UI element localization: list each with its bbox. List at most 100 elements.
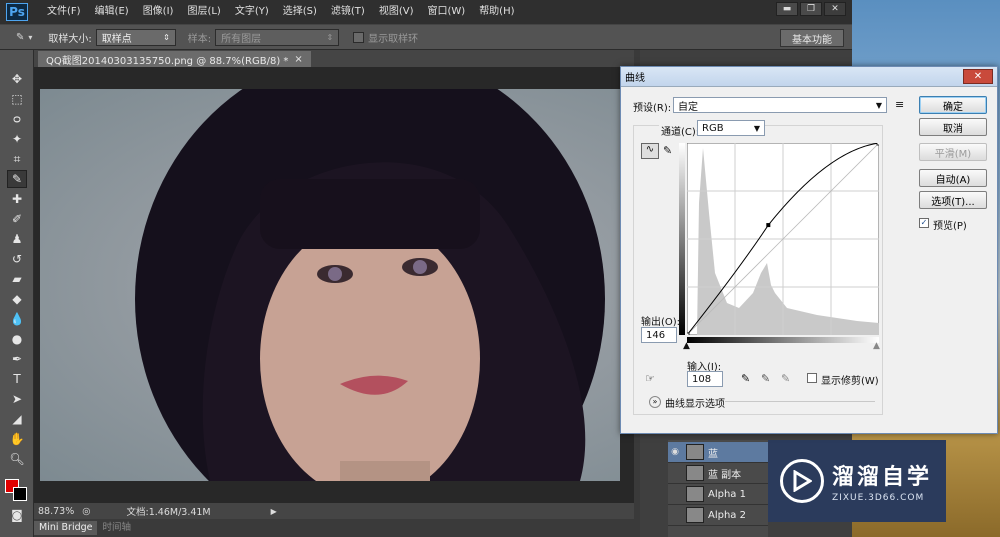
quick-select-tool-icon[interactable]: ✦ (7, 130, 27, 148)
dodge-tool-icon[interactable]: ● (7, 330, 27, 348)
photoshop-logo: Ps (6, 3, 28, 21)
preview-checkbox[interactable]: ✓ (919, 218, 929, 228)
target-adjust-icon[interactable]: ☞ (645, 372, 655, 385)
shape-tool-icon[interactable]: ◢ (7, 410, 27, 428)
eyedropper-tool-icon[interactable]: ✎ (16, 32, 24, 43)
document-size: 文档:1.46M/3.41M (126, 507, 211, 518)
status-info-icon[interactable]: ◎ (82, 506, 90, 517)
channel-name: 蓝 副本 (708, 469, 742, 481)
status-menu-arrow-icon[interactable]: ▶ (271, 507, 277, 516)
eye-icon[interactable]: ◉ (668, 447, 682, 457)
output-gradient-bar (679, 143, 685, 335)
stamp-tool-icon[interactable]: ♟ (7, 230, 27, 248)
menu-layer[interactable]: 图层(L) (180, 0, 227, 24)
sample-size-select[interactable]: 取样点 ⇕ (95, 28, 176, 46)
show-ring-label: 显示取样环 (368, 33, 419, 45)
smooth-button[interactable]: 平滑(M) (919, 143, 987, 161)
menu-image[interactable]: 图像(I) (136, 0, 181, 24)
channel-row[interactable]: ◉ 蓝 (668, 442, 768, 463)
blur-tool-icon[interactable]: 💧 (7, 310, 27, 328)
channel-select[interactable]: RGB ▼ (697, 120, 765, 136)
type-tool-icon[interactable]: T (7, 370, 27, 388)
paint-bucket-tool-icon[interactable]: ◆ (7, 290, 27, 308)
curves-dialog: 曲线 ✕ 预设(R): 自定 ▼ ≡ 确定 取消 平滑(M) 自动(A) 选项(… (620, 66, 998, 434)
dialog-titlebar[interactable]: 曲线 ✕ (621, 67, 997, 87)
menu-view[interactable]: 视图(V) (372, 0, 421, 24)
channels-panel: ◉ 蓝 蓝 副本 Alpha 1 Alpha 2 (668, 440, 768, 537)
curve-edit-mode-icon[interactable]: ∿ (641, 143, 659, 159)
brush-tool-icon[interactable]: ✐ (7, 210, 27, 228)
sample-label: 样本: (187, 33, 212, 45)
path-select-tool-icon[interactable]: ➤ (7, 390, 27, 408)
channel-name: Alpha 2 (708, 509, 746, 521)
tool-preset-chevron-icon[interactable]: ▾ (28, 33, 32, 42)
output-label: 输出(O): (641, 317, 681, 328)
portrait-image (135, 89, 605, 481)
ok-button[interactable]: 确定 (919, 96, 987, 114)
display-options-label[interactable]: 曲线显示选项 (665, 395, 725, 410)
preview-label: 预览(P) (933, 221, 967, 232)
options-button[interactable]: 选项(T)... (919, 191, 987, 209)
white-eyedropper-icon[interactable]: ✎ (781, 372, 790, 385)
hand-tool-icon[interactable]: ✋ (7, 430, 27, 448)
curve-endpoint-high[interactable] (876, 143, 879, 146)
tab-mini-bridge[interactable]: Mini Bridge (34, 521, 98, 535)
black-point-slider-icon[interactable]: ▲ (683, 341, 690, 351)
channel-row[interactable]: 蓝 副本 (668, 463, 768, 484)
menu-select[interactable]: 选择(S) (276, 0, 324, 24)
divider (725, 401, 875, 402)
history-brush-tool-icon[interactable]: ↺ (7, 250, 27, 268)
sample-select[interactable]: 所有图层 ⇕ (215, 28, 340, 46)
move-tool-icon[interactable]: ✥ (7, 70, 27, 88)
auto-button[interactable]: 自动(A) (919, 169, 987, 187)
menu-filter[interactable]: 滤镜(T) (324, 0, 372, 24)
close-icon[interactable]: ✕ (963, 69, 993, 84)
curve-control-point[interactable] (766, 223, 771, 228)
black-eyedropper-icon[interactable]: ✎ (741, 372, 750, 385)
tab-timeline[interactable]: 时间轴 (97, 521, 136, 535)
curve-endpoint-low[interactable] (687, 332, 690, 335)
preset-menu-icon[interactable]: ≡ (895, 98, 904, 111)
restore-icon[interactable]: ❐ (800, 2, 822, 16)
close-tab-icon[interactable]: × (294, 54, 302, 65)
bottom-panel-tabs: Mini Bridge 时间轴 (34, 519, 634, 537)
menu-file[interactable]: 文件(F) (40, 0, 88, 24)
output-field[interactable]: 146 (641, 327, 677, 343)
white-point-slider-icon[interactable]: ▲ (873, 341, 880, 351)
expand-options-icon[interactable]: » (649, 396, 661, 408)
channel-value: RGB (702, 122, 724, 134)
channel-row[interactable]: Alpha 2 (668, 505, 768, 526)
input-field[interactable]: 108 (687, 371, 723, 387)
zoom-level[interactable]: 88.73% (38, 506, 74, 517)
minimize-icon[interactable]: ▬ (776, 2, 798, 16)
canvas-area[interactable] (34, 67, 634, 503)
healing-tool-icon[interactable]: ✚ (7, 190, 27, 208)
menu-help[interactable]: 帮助(H) (472, 0, 521, 24)
eraser-tool-icon[interactable]: ▰ (7, 270, 27, 288)
background-color-swatch[interactable] (13, 487, 27, 501)
marquee-tool-icon[interactable]: ⬚ (7, 90, 27, 108)
lasso-tool-icon[interactable]: ᴑ (7, 110, 27, 128)
crop-tool-icon[interactable]: ⌗ (7, 150, 27, 168)
menu-edit[interactable]: 编辑(E) (88, 0, 136, 24)
eyedropper-tool-icon[interactable]: ✎ (7, 170, 27, 188)
menu-type[interactable]: 文字(Y) (228, 0, 276, 24)
cancel-button[interactable]: 取消 (919, 118, 987, 136)
pen-tool-icon[interactable]: ✒ (7, 350, 27, 368)
workspace-select[interactable]: 基本功能 (780, 29, 844, 47)
show-clipping-checkbox[interactable] (807, 373, 817, 383)
gray-eyedropper-icon[interactable]: ✎ (761, 372, 770, 385)
play-logo-icon (780, 459, 824, 503)
zoom-tool-icon[interactable]: 🔍︎ (7, 450, 27, 468)
channel-thumbnail (686, 486, 704, 502)
channel-label: 通道(C): (659, 123, 702, 138)
quick-mask-icon[interactable]: ◙ (7, 506, 27, 524)
channel-row[interactable]: Alpha 1 (668, 484, 768, 505)
preset-select[interactable]: 自定 ▼ (673, 97, 887, 113)
curve-graph[interactable] (687, 143, 879, 335)
menu-window[interactable]: 窗口(W) (420, 0, 472, 24)
document-tab[interactable]: QQ截图20140303135750.png @ 88.7%(RGB/8) * … (38, 51, 311, 67)
show-ring-checkbox[interactable] (353, 31, 365, 43)
close-icon[interactable]: ✕ (824, 2, 846, 16)
pencil-mode-icon[interactable]: ✎ (663, 144, 672, 157)
